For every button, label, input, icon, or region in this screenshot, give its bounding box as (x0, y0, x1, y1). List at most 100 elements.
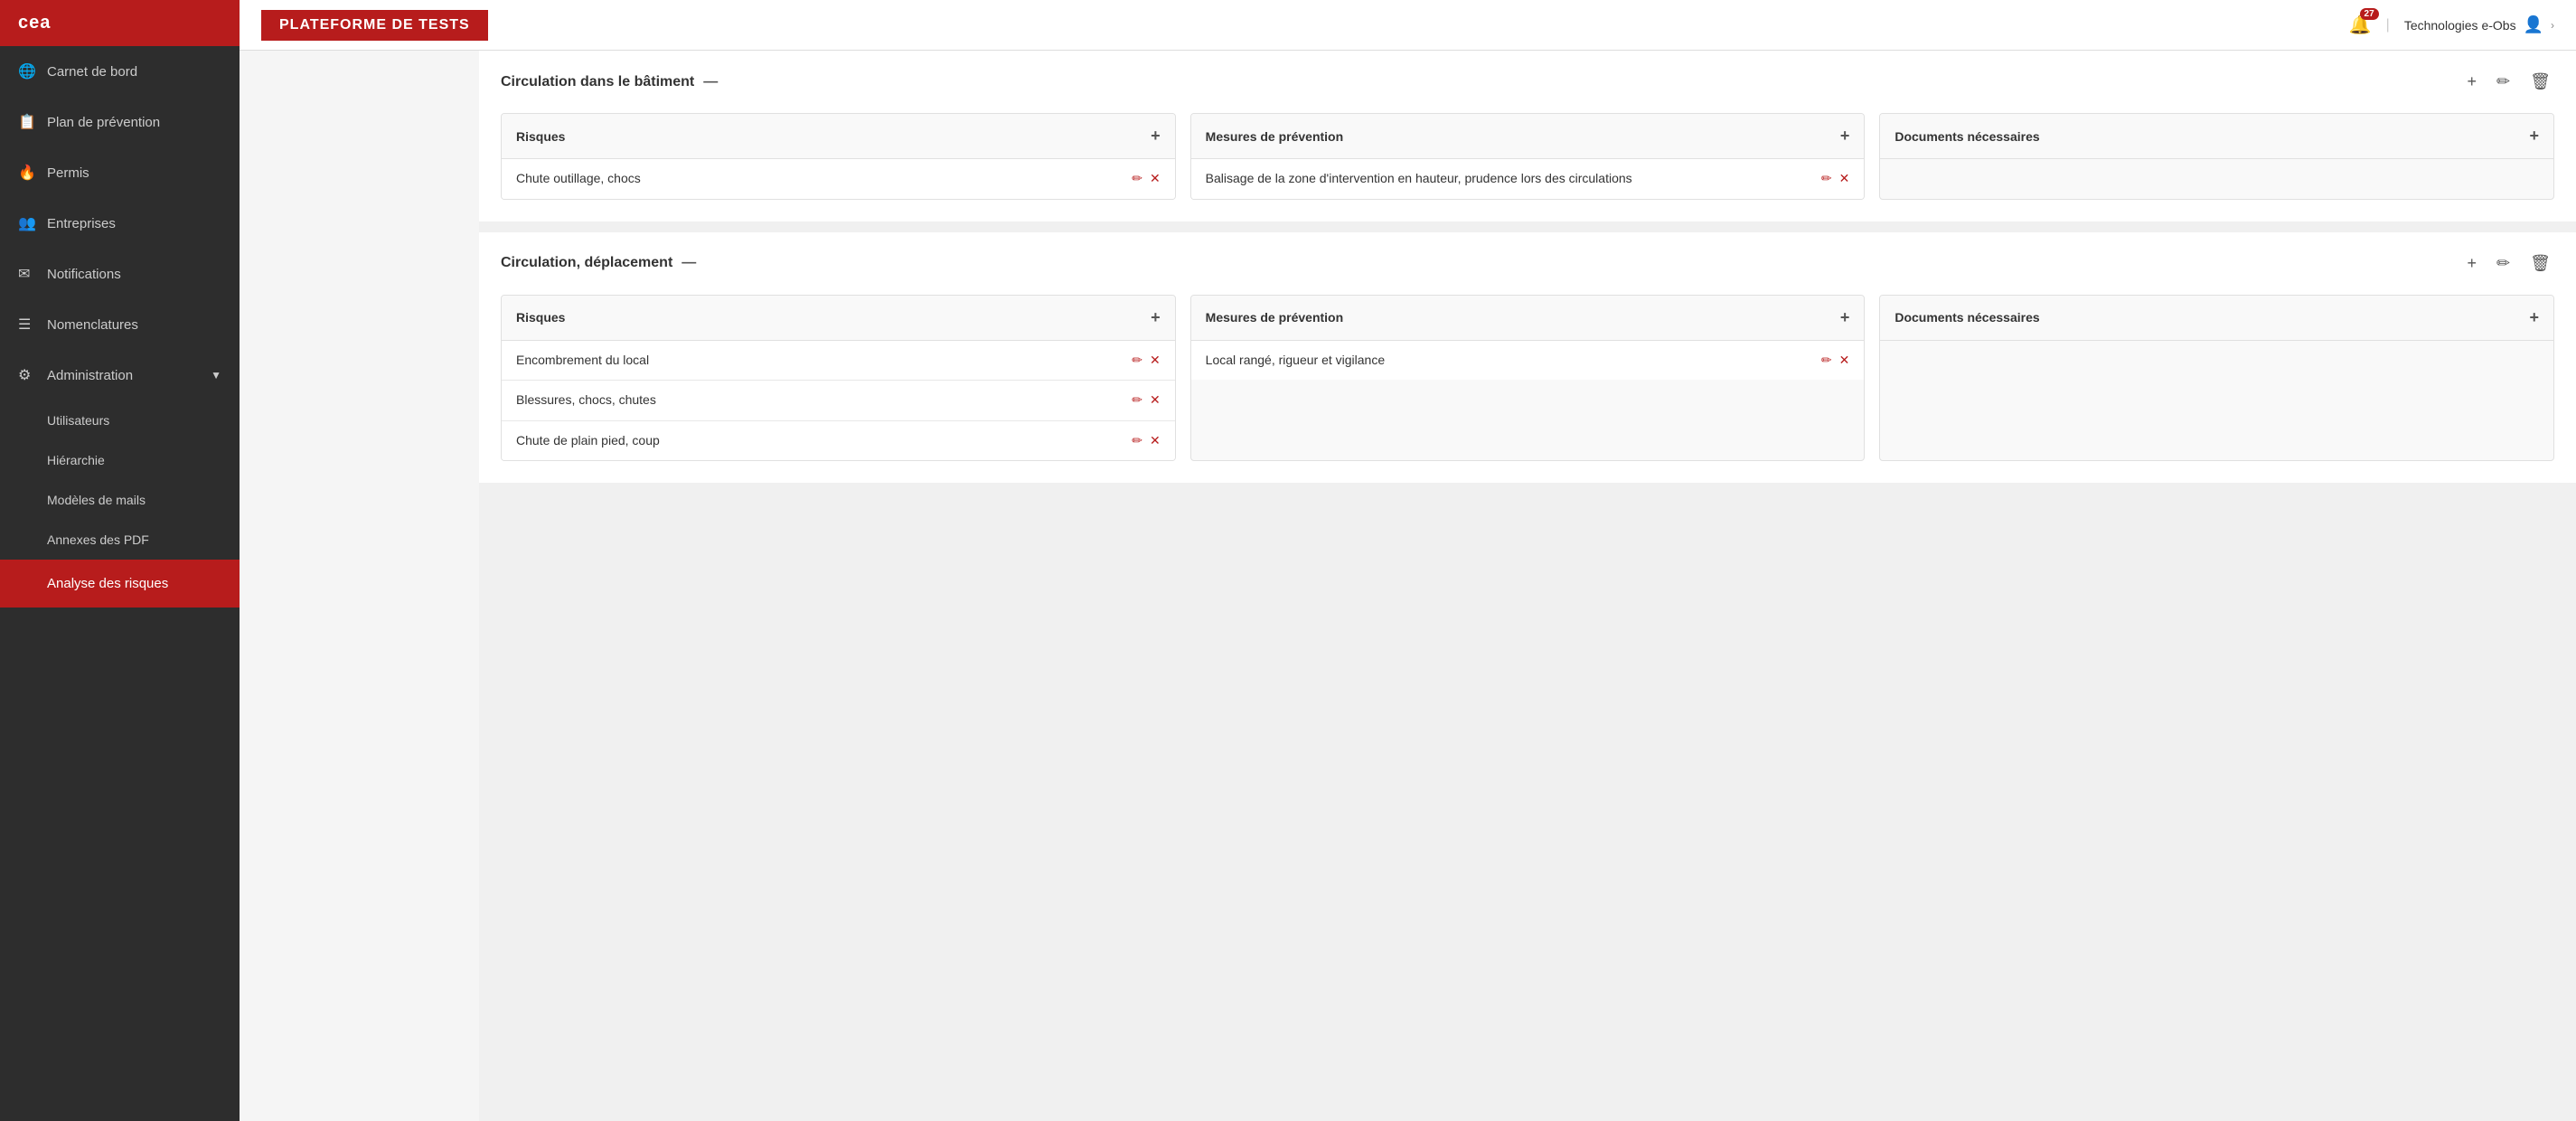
section-add-button-1[interactable]: + (2464, 69, 2481, 95)
sidebar-item-carnet[interactable]: 🌐 Carnet de bord (0, 46, 240, 97)
notification-count: 27 (2360, 8, 2379, 20)
list-item: Encombrement du local ✏ ✕ (502, 341, 1175, 382)
item-edit-button[interactable]: ✏ (1132, 353, 1142, 368)
section-circulation-deplacement: Circulation, déplacement — + ✏ 🗑 Risques… (479, 232, 2576, 484)
sidebar: cea 🌐 Carnet de bord 📋 Plan de préventio… (0, 0, 240, 1121)
list-item: Chute de plain pied, coup ✏ ✕ (502, 421, 1175, 461)
item-actions: ✏ ✕ (1132, 353, 1160, 368)
user-avatar-icon: 👤 (2524, 15, 2543, 34)
sidebar-subitem-utilisateurs[interactable]: Utilisateurs (0, 400, 240, 440)
globe-icon: 🌐 (18, 62, 36, 80)
sidebar-item-label: Administration (47, 368, 133, 383)
column-risques-2: Risques + Encombrement du local ✏ ✕ Bles… (501, 295, 1176, 462)
column-mesures-2: Mesures de prévention + Local rangé, rig… (1190, 295, 1866, 462)
fire-icon: 🔥 (18, 164, 36, 182)
user-menu[interactable]: Technologies e-Obs 👤 › (2404, 15, 2554, 34)
gear-icon: ⚙ (18, 366, 36, 384)
item-edit-button[interactable]: ✏ (1821, 353, 1832, 368)
list-item: Local rangé, rigueur et vigilance ✏ ✕ (1191, 341, 1865, 381)
column-add-mesures-2[interactable]: + (1840, 308, 1850, 327)
column-mesures-1: Mesures de prévention + Balisage de la z… (1190, 113, 1866, 200)
column-add-documents-1[interactable]: + (2530, 127, 2540, 146)
sidebar-item-label: Notifications (47, 267, 121, 282)
logo-text: cea (18, 13, 51, 33)
item-delete-button[interactable]: ✕ (1150, 353, 1161, 368)
section-dash-1: — (703, 74, 718, 90)
item-edit-button[interactable]: ✏ (1132, 433, 1142, 448)
subitem-label: Modèles de mails (47, 493, 146, 507)
item-delete-button[interactable]: ✕ (1839, 353, 1850, 368)
item-actions: ✏ ✕ (1821, 171, 1849, 186)
sidebar-item-entreprises[interactable]: 👥 Entreprises (0, 198, 240, 249)
sidebar-item-label: Nomenclatures (47, 317, 138, 333)
column-title-documents-1: Documents nécessaires (1894, 129, 2039, 144)
item-actions: ✏ ✕ (1821, 353, 1849, 368)
column-header-risques-2: Risques + (502, 296, 1175, 341)
column-title-mesures-1: Mesures de prévention (1206, 129, 1344, 144)
section-delete-button-1[interactable]: 🗑 (2526, 69, 2554, 95)
item-delete-button[interactable]: ✕ (1150, 171, 1161, 186)
column-header-risques-1: Risques + (502, 114, 1175, 159)
item-delete-button[interactable]: ✕ (1839, 171, 1850, 186)
notification-bell[interactable]: 🔔 27 (2349, 14, 2372, 36)
sidebar-item-label: Analyse des risques (47, 576, 168, 591)
sidebar-item-label: Plan de prévention (47, 115, 160, 130)
sidebar-logo: cea (0, 0, 240, 46)
section-title-2: Circulation, déplacement — (501, 255, 696, 271)
column-title-risques-2: Risques (516, 310, 565, 325)
item-delete-button[interactable]: ✕ (1150, 433, 1161, 448)
section-add-button-2[interactable]: + (2464, 250, 2481, 277)
sidebar-item-permis[interactable]: 🔥 Permis (0, 147, 240, 198)
sidebar-item-label: Carnet de bord (47, 64, 137, 80)
item-delete-button[interactable]: ✕ (1150, 392, 1161, 408)
item-actions: ✏ ✕ (1132, 392, 1160, 408)
column-add-risques-2[interactable]: + (1151, 308, 1161, 327)
item-edit-button[interactable]: ✏ (1132, 392, 1142, 408)
sidebar-item-analyse[interactable]: Analyse des risques (0, 560, 240, 608)
column-documents-2: Documents nécessaires + (1879, 295, 2554, 462)
sidebar-item-label: Entreprises (47, 216, 116, 231)
column-title-risques-1: Risques (516, 129, 565, 144)
sidebar-subitem-modeles[interactable]: Modèles de mails (0, 480, 240, 520)
item-text: Chute de plain pied, coup (516, 432, 1123, 450)
section-delete-button-2[interactable]: 🗑 (2526, 250, 2554, 277)
item-actions: ✏ ✕ (1132, 433, 1160, 448)
subitem-label: Hiérarchie (47, 453, 105, 467)
sidebar-subitem-annexes[interactable]: Annexes des PDF (0, 520, 240, 560)
column-add-risques-1[interactable]: + (1151, 127, 1161, 146)
sidebar-item-nomenclatures[interactable]: ☰ Nomenclatures (0, 299, 240, 350)
item-text: Blessures, chocs, chutes (516, 391, 1123, 410)
item-text: Chute outillage, chocs (516, 170, 1123, 188)
sidebar-item-notifications[interactable]: ✉ Notifications (0, 249, 240, 299)
main-content: Circulation dans le bâtiment — + ✏ 🗑 Ris… (479, 51, 2576, 1121)
section-dash-2: — (682, 255, 696, 271)
sidebar-item-plan[interactable]: 📋 Plan de prévention (0, 97, 240, 147)
column-header-mesures-1: Mesures de prévention + (1191, 114, 1865, 159)
section-actions-1: + ✏ 🗑 (2464, 69, 2554, 95)
sidebar-subitem-hierarchie[interactable]: Hiérarchie (0, 440, 240, 480)
user-menu-chevron-icon: › (2551, 19, 2554, 32)
sidebar-navigation: 🌐 Carnet de bord 📋 Plan de prévention 🔥 … (0, 46, 240, 1121)
column-add-documents-2[interactable]: + (2530, 308, 2540, 327)
section-header-1: Circulation dans le bâtiment — + ✏ 🗑 (501, 69, 2554, 95)
subitem-label: Utilisateurs (47, 413, 109, 428)
column-header-documents-1: Documents nécessaires + (1880, 114, 2553, 159)
section-edit-button-2[interactable]: ✏ (2493, 250, 2514, 277)
item-edit-button[interactable]: ✏ (1821, 171, 1832, 186)
item-edit-button[interactable]: ✏ (1132, 171, 1142, 186)
columns-2: Risques + Encombrement du local ✏ ✕ Bles… (501, 295, 2554, 462)
section-edit-button-1[interactable]: ✏ (2493, 69, 2514, 95)
header-separator: | (2386, 17, 2390, 33)
column-header-documents-2: Documents nécessaires + (1880, 296, 2553, 341)
item-text: Balisage de la zone d'intervention en ha… (1206, 170, 1812, 188)
section-title-text-1: Circulation dans le bâtiment (501, 74, 694, 90)
column-header-mesures-2: Mesures de prévention + (1191, 296, 1865, 341)
column-add-mesures-1[interactable]: + (1840, 127, 1850, 146)
list-item: Chute outillage, chocs ✏ ✕ (502, 159, 1175, 199)
section-actions-2: + ✏ 🗑 (2464, 250, 2554, 277)
column-title-mesures-2: Mesures de prévention (1206, 310, 1344, 325)
column-title-documents-2: Documents nécessaires (1894, 310, 2039, 325)
list-item: Blessures, chocs, chutes ✏ ✕ (502, 381, 1175, 421)
column-documents-1: Documents nécessaires + (1879, 113, 2554, 200)
sidebar-item-administration[interactable]: ⚙ Administration ▼ (0, 350, 240, 400)
